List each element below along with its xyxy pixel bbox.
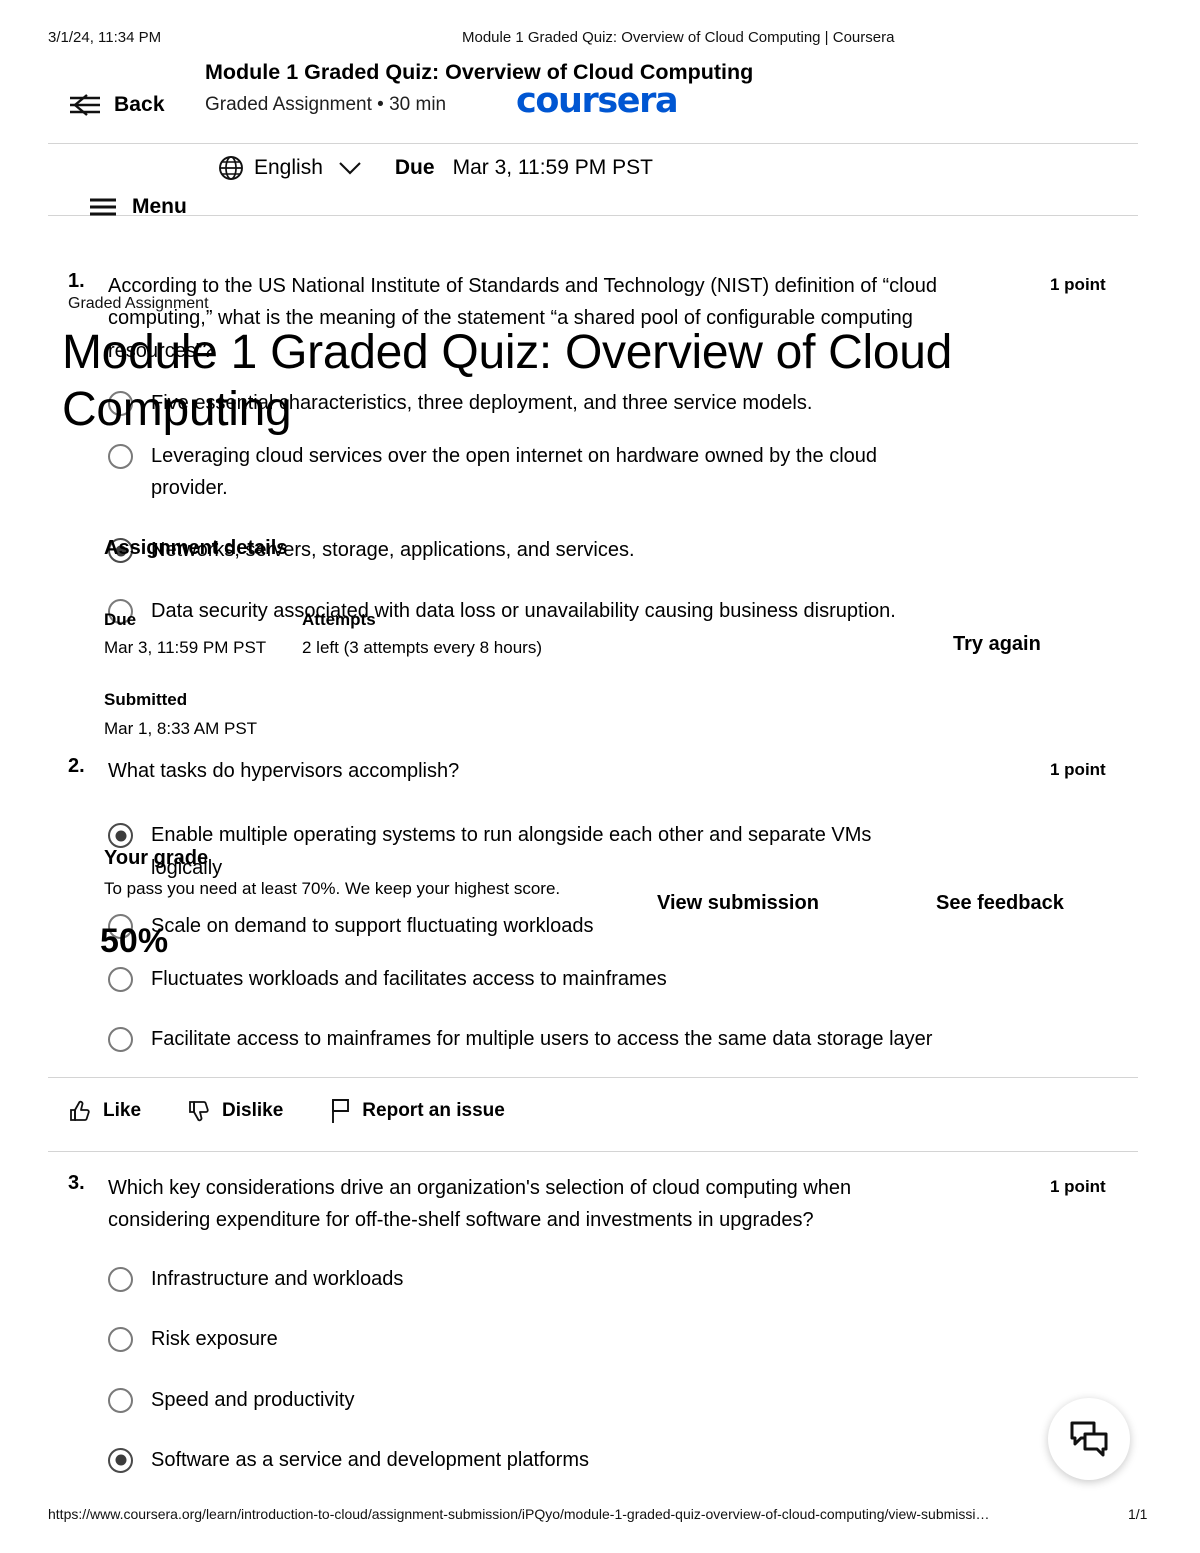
see-feedback-button[interactable]: See feedback bbox=[936, 892, 1064, 915]
printed-page: 3/1/24, 11:34 PM Module 1 Graded Quiz: O… bbox=[0, 0, 1200, 1553]
divider-meta bbox=[48, 215, 1138, 216]
report-issue-button[interactable]: Report an issue bbox=[329, 1098, 505, 1124]
try-again-button[interactable]: Try again bbox=[953, 633, 1041, 656]
option-label: Infrastructure and workloads bbox=[151, 1267, 404, 1290]
option-label: Risk exposure bbox=[151, 1328, 278, 1351]
chevron-down-icon[interactable] bbox=[337, 159, 363, 177]
question-number: 3. bbox=[68, 1172, 85, 1194]
back-label: Back bbox=[114, 93, 165, 116]
radio-button-selected[interactable] bbox=[108, 823, 133, 849]
radio-button[interactable] bbox=[108, 966, 133, 992]
option-row[interactable]: Software as a service and development pl… bbox=[108, 1444, 941, 1476]
question-1: 1. According to the US National Institut… bbox=[68, 270, 941, 627]
assignment-due-label: Due bbox=[104, 610, 137, 629]
meta-bar: English Due Mar 3, 11:59 PM PST bbox=[218, 155, 653, 181]
option-row[interactable]: Enable multiple operating systems to run… bbox=[108, 819, 941, 884]
question-number: 2. bbox=[68, 755, 85, 777]
option-row[interactable]: Facilitate access to mainframes for mult… bbox=[108, 1023, 941, 1055]
radio-button[interactable] bbox=[108, 1266, 133, 1292]
option-row[interactable]: Scale on demand to support fluctuating w… bbox=[108, 910, 941, 942]
thumbs-up-icon bbox=[68, 1099, 92, 1123]
assignment-kicker: Graded Assignment bbox=[68, 295, 209, 312]
print-date: 3/1/24, 11:34 PM bbox=[48, 29, 162, 46]
due-label: Due bbox=[394, 156, 435, 179]
like-button[interactable]: Like bbox=[68, 1099, 141, 1123]
submitted-label: Submitted bbox=[104, 690, 188, 709]
option-row[interactable]: Leveraging cloud services over the open … bbox=[108, 440, 941, 505]
your-grade-label: Your grade bbox=[104, 847, 209, 869]
chat-bubbles-icon bbox=[1067, 1418, 1111, 1460]
option-label: Enable multiple operating systems to run… bbox=[151, 824, 872, 879]
question-3-points: 1 point bbox=[1050, 1177, 1106, 1196]
dislike-button[interactable]: Dislike bbox=[187, 1099, 283, 1123]
menu-button[interactable]: Menu bbox=[88, 195, 187, 219]
view-submission-button[interactable]: View submission bbox=[657, 892, 819, 915]
print-url: https://www.coursera.org/learn/introduct… bbox=[48, 1506, 990, 1522]
print-document-title: Module 1 Graded Quiz: Overview of Cloud … bbox=[462, 29, 895, 46]
submitted-value: Mar 1, 8:33 AM PST bbox=[104, 719, 258, 738]
radio-button[interactable] bbox=[108, 1327, 133, 1353]
language-value[interactable]: English bbox=[254, 156, 323, 180]
assignment-title: Module 1 Graded Quiz: Overview of Cloud … bbox=[62, 326, 953, 436]
globe-icon bbox=[218, 155, 244, 181]
radio-button[interactable] bbox=[108, 1387, 133, 1413]
option-label: Facilitate access to mainframes for mult… bbox=[151, 1027, 933, 1050]
option-label: Fluctuates workloads and facilitates acc… bbox=[151, 967, 667, 990]
like-label: Like bbox=[103, 1100, 142, 1121]
quiz-subtitle: Graded Assignment • 30 min bbox=[205, 94, 447, 115]
report-label: Report an issue bbox=[362, 1100, 505, 1121]
back-arrow-icon bbox=[68, 90, 102, 120]
flag-icon bbox=[329, 1098, 351, 1124]
due-value: Mar 3, 11:59 PM PST bbox=[452, 156, 653, 179]
question-text: Which key considerations drive an organi… bbox=[108, 1177, 852, 1232]
question-1-points: 1 point bbox=[1050, 275, 1106, 294]
assignment-attempts-label: Attempts bbox=[302, 610, 376, 629]
assignment-attempts-value: 2 left (3 attempts every 8 hours) bbox=[302, 638, 542, 657]
assignment-details-heading: Assignment details bbox=[104, 537, 288, 559]
option-row[interactable]: Infrastructure and workloads bbox=[108, 1263, 941, 1295]
option-label: Software as a service and development pl… bbox=[151, 1448, 589, 1471]
coursera-logo[interactable]: coursera bbox=[516, 84, 679, 119]
radio-button[interactable] bbox=[108, 443, 133, 469]
option-row[interactable]: Fluctuates workloads and facilitates acc… bbox=[108, 963, 941, 995]
chat-support-button[interactable] bbox=[1048, 1398, 1130, 1480]
divider-top bbox=[48, 143, 1138, 144]
print-page-number: 1/1 bbox=[1128, 1506, 1148, 1522]
dislike-label: Dislike bbox=[222, 1100, 284, 1121]
thumbs-down-icon bbox=[187, 1099, 211, 1123]
question-text: What tasks do hypervisors accomplish? bbox=[108, 760, 460, 782]
menu-label: Menu bbox=[132, 195, 187, 218]
divider-above-feedback bbox=[48, 1077, 1138, 1078]
option-label: Scale on demand to support fluctuating w… bbox=[151, 915, 594, 938]
question-3: 3. Which key considerations drive an org… bbox=[68, 1172, 941, 1476]
hamburger-menu-icon bbox=[88, 195, 118, 219]
radio-button-selected[interactable] bbox=[108, 1447, 133, 1473]
divider-below-feedback bbox=[48, 1151, 1138, 1152]
option-label: Data security associated with data loss … bbox=[151, 599, 896, 622]
question-2-points: 1 point bbox=[1050, 760, 1106, 779]
option-row[interactable]: Speed and productivity bbox=[108, 1384, 941, 1416]
option-label: Speed and productivity bbox=[151, 1388, 355, 1411]
question-number: 1. bbox=[68, 270, 85, 292]
option-row[interactable]: Data security associated with data loss … bbox=[108, 595, 941, 627]
your-grade-value: 50% bbox=[100, 922, 169, 960]
feedback-bar: Like Dislike Report an issue bbox=[68, 1098, 505, 1124]
option-label: Leveraging cloud services over the open … bbox=[151, 444, 878, 499]
radio-button[interactable] bbox=[108, 1026, 133, 1052]
your-grade-note: To pass you need at least 70%. We keep y… bbox=[104, 879, 561, 898]
option-row[interactable]: Risk exposure bbox=[108, 1323, 941, 1355]
back-button[interactable]: Back bbox=[68, 90, 165, 120]
assignment-due-value: Mar 3, 11:59 PM PST bbox=[104, 638, 267, 657]
